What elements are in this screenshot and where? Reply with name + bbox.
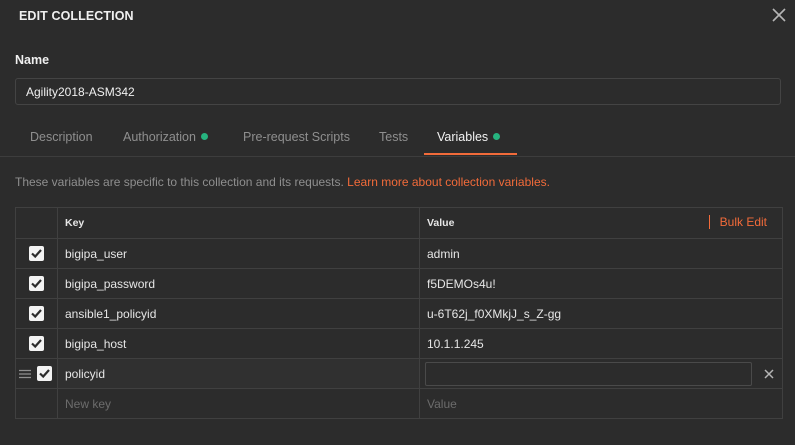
status-dot-icon <box>493 133 501 140</box>
active-tab-indicator <box>424 153 517 155</box>
tab-description[interactable]: Description <box>30 121 93 154</box>
column-header-key: Key <box>58 208 420 238</box>
new-key-input[interactable]: New key <box>58 389 420 419</box>
variable-value[interactable]: f5DEMOs4u! <box>420 269 782 298</box>
variable-value-cell <box>420 359 782 388</box>
variable-key[interactable]: bigipa_password <box>58 269 420 298</box>
close-icon[interactable] <box>770 6 788 24</box>
variable-key[interactable]: bigipa_host <box>58 329 420 358</box>
drag-handle-icon[interactable] <box>19 368 31 380</box>
modal-title: EDIT COLLECTION <box>19 9 134 23</box>
table-row: bigipa_password f5DEMOs4u! <box>16 269 782 299</box>
variable-value[interactable]: admin <box>420 239 782 268</box>
table-row: ansible1_policyid u-6T62j_f0XMkjJ_s_Z-gg <box>16 299 782 329</box>
delete-row-icon[interactable] <box>763 368 775 380</box>
new-value-input[interactable]: Value <box>420 389 782 419</box>
collection-name-input[interactable] <box>15 78 781 105</box>
tab-bar: Description Authorization Pre-request Sc… <box>0 121 795 157</box>
modal-header: EDIT COLLECTION <box>0 0 795 32</box>
row-enable-checkbox[interactable] <box>29 246 44 261</box>
table-row: bigipa_host 10.1.1.245 <box>16 329 782 359</box>
table-row-editing: policyid <box>16 359 782 389</box>
variable-key[interactable]: policyid <box>58 359 420 388</box>
variable-value[interactable]: 10.1.1.245 <box>420 329 782 358</box>
row-enable-checkbox[interactable] <box>29 336 44 351</box>
table-header: Key Value Bulk Edit <box>16 208 782 239</box>
row-enable-checkbox[interactable] <box>29 276 44 291</box>
header-check-cell <box>16 208 58 238</box>
variables-info: These variables are specific to this col… <box>15 175 550 189</box>
tab-tests[interactable]: Tests <box>379 121 408 154</box>
row-enable-checkbox[interactable] <box>37 366 52 381</box>
bulk-edit-button[interactable]: Bulk Edit <box>708 215 767 229</box>
table-row: bigipa_user admin <box>16 239 782 269</box>
variable-key[interactable]: bigipa_user <box>58 239 420 268</box>
variable-key[interactable]: ansible1_policyid <box>58 299 420 328</box>
tab-pre-request-scripts[interactable]: Pre-request Scripts <box>243 121 350 154</box>
tab-variables[interactable]: Variables <box>437 121 501 154</box>
row-enable-checkbox[interactable] <box>29 306 44 321</box>
status-dot-icon <box>200 133 208 140</box>
learn-more-link[interactable]: Learn more about collection variables. <box>347 175 550 189</box>
variable-value-input[interactable] <box>425 362 752 386</box>
variables-table: Key Value Bulk Edit bigipa_user admin bi… <box>15 207 783 419</box>
new-variable-row: New key Value <box>16 389 782 419</box>
variable-value[interactable]: u-6T62j_f0XMkjJ_s_Z-gg <box>420 299 782 328</box>
tab-authorization[interactable]: Authorization <box>123 121 208 154</box>
column-header-value: Value Bulk Edit <box>427 215 767 229</box>
name-label: Name <box>15 53 50 67</box>
